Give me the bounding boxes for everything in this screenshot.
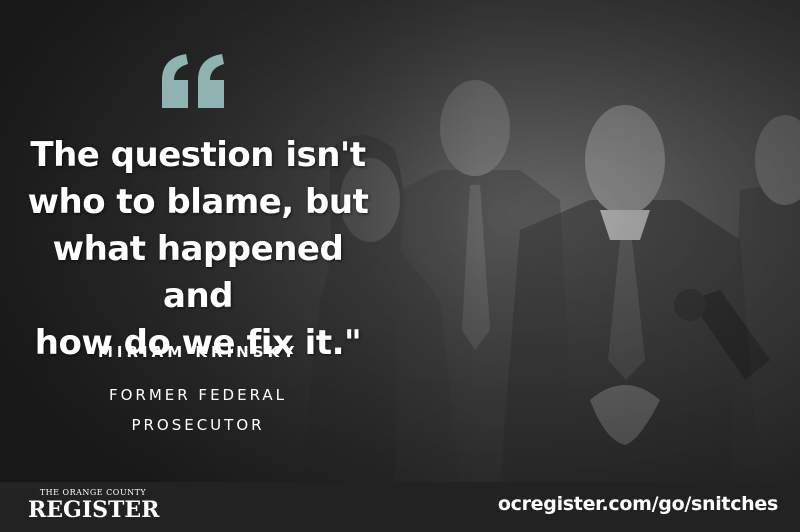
quote-text: The question isn't who to blame, but wha…	[18, 132, 378, 367]
brand-logo[interactable]: THE ORANGE COUNTY REGISTER	[28, 488, 160, 523]
quote-line: who to blame, but	[27, 182, 369, 222]
speaker-title: FORMER FEDERAL PROSECUTOR	[18, 380, 378, 440]
quote-line: The question isn't	[30, 135, 366, 175]
speaker-title-line: FORMER FEDERAL	[108, 386, 288, 404]
speaker-title-line: PROSECUTOR	[131, 416, 265, 434]
brand-name: REGISTER	[28, 497, 160, 523]
footer-bar: THE ORANGE COUNTY REGISTER ocregister.co…	[0, 482, 800, 532]
quote-card: The question isn't who to blame, but wha…	[0, 0, 800, 532]
speaker-name: MIRIAM KRINSKY	[98, 343, 298, 361]
quotation-mark-icon	[162, 54, 224, 108]
quote-line: what happened and	[52, 229, 344, 316]
footer-url-link[interactable]: ocregister.com/go/snitches	[498, 493, 778, 515]
